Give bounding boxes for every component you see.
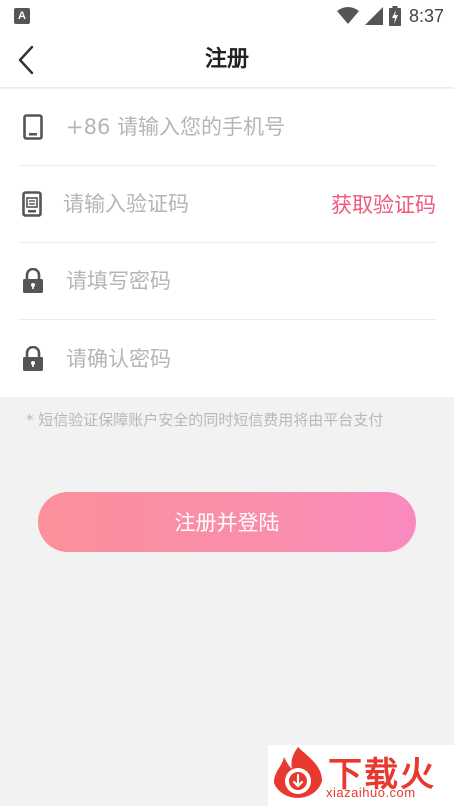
app-notification-icon: A xyxy=(14,8,30,24)
navigation-header: 注册 xyxy=(0,32,454,88)
sms-code-icon xyxy=(20,191,43,217)
lock-icon xyxy=(20,345,46,372)
lock-icon xyxy=(20,268,46,294)
signal-icon xyxy=(364,7,383,25)
watermark: 下载火 xiazaihuo.com xyxy=(268,745,454,806)
register-and-login-button[interactable]: 注册并登陆 xyxy=(38,492,416,552)
flame-logo-icon xyxy=(274,747,322,798)
watermark-domain: xiazaihuo.com xyxy=(326,785,416,800)
status-bar: A 8:37 xyxy=(0,0,454,32)
verification-code-input[interactable] xyxy=(63,184,331,224)
phone-input[interactable] xyxy=(66,107,436,147)
confirm-password-row xyxy=(18,320,436,397)
password-input[interactable] xyxy=(66,261,436,301)
sms-fee-notice: * 短信验证保障账户安全的同时短信费用将由平台支付 xyxy=(26,411,384,429)
status-time: 8:37 xyxy=(408,5,444,26)
phone-row xyxy=(18,89,436,166)
page-title: 注册 xyxy=(204,47,249,72)
register-form: 获取验证码 xyxy=(0,89,454,397)
wifi-icon xyxy=(336,7,359,24)
get-code-button[interactable]: 获取验证码 xyxy=(331,189,436,219)
confirm-password-input[interactable] xyxy=(66,338,436,379)
battery-charging-icon xyxy=(388,6,401,26)
password-row xyxy=(18,243,436,320)
phone-icon xyxy=(20,114,46,140)
code-row: 获取验证码 xyxy=(18,166,436,243)
status-icons: 8:37 xyxy=(336,4,444,28)
